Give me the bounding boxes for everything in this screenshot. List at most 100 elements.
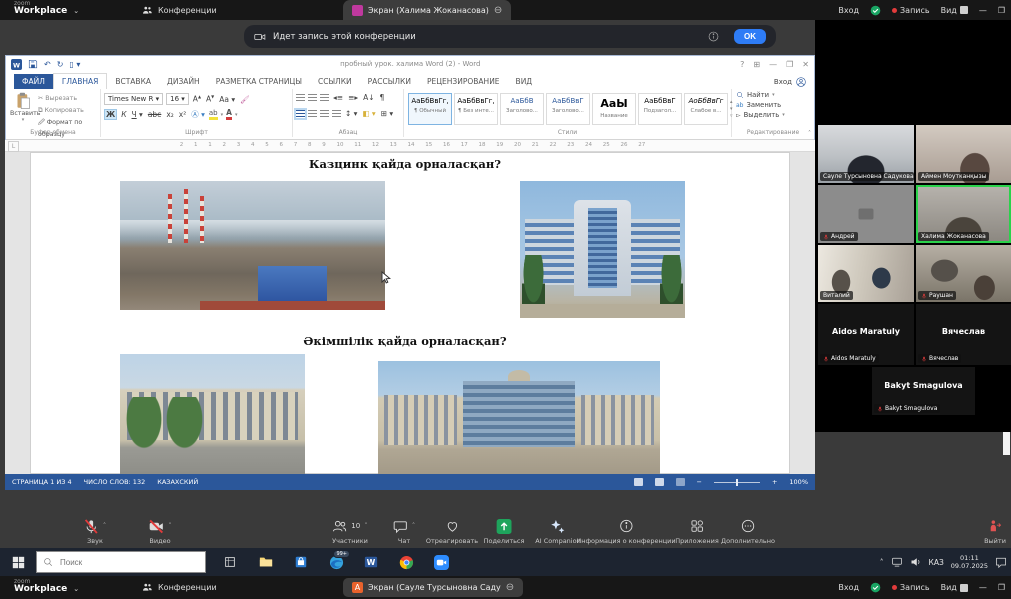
highlight-color-button[interactable]: ab bbox=[209, 110, 218, 120]
chrome-button[interactable] bbox=[392, 548, 420, 576]
text-effects-button[interactable]: Ⓐ ▾ bbox=[190, 109, 206, 120]
tab-close-icon[interactable]: ⊖ bbox=[506, 582, 514, 593]
zoom-out-button[interactable]: − bbox=[697, 478, 702, 486]
read-mode-icon[interactable] bbox=[634, 478, 643, 486]
bullets-button[interactable] bbox=[296, 94, 305, 102]
tab-references[interactable]: ССЫЛКИ bbox=[310, 74, 360, 89]
video-options-chevron[interactable]: ˄ bbox=[168, 522, 172, 530]
align-left-button[interactable] bbox=[296, 110, 305, 118]
chat-button[interactable]: ˄ Чат bbox=[393, 518, 416, 545]
minimize-button[interactable]: — bbox=[979, 583, 987, 592]
ai-companion-button[interactable]: AI Companion bbox=[535, 518, 580, 545]
tab-home[interactable]: ГЛАВНАЯ bbox=[53, 73, 107, 89]
video-tile-khalima-active-speaker[interactable]: Халима Жоканасова bbox=[916, 185, 1011, 243]
select-button[interactable]: ▻Выделить▾ bbox=[736, 111, 814, 119]
network-icon[interactable] bbox=[891, 556, 903, 568]
increase-indent-button[interactable]: ≡▸ bbox=[347, 93, 359, 102]
photo-administration-building[interactable] bbox=[120, 354, 305, 474]
leave-button[interactable]: Выйти bbox=[984, 518, 1006, 545]
style-no-spacing[interactable]: АаБбВвГг,¶ Без инте... bbox=[454, 93, 498, 125]
video-button[interactable]: ˄ Видео bbox=[148, 518, 172, 545]
video-tile-vyacheslav[interactable]: Вячеслав Вячеслав bbox=[916, 304, 1011, 365]
shading-button[interactable]: ◧ ▾ bbox=[361, 109, 376, 118]
taskbar-clock[interactable]: 01:11 09.07.2025 bbox=[951, 554, 988, 571]
task-view-button[interactable] bbox=[216, 548, 244, 576]
redo-icon[interactable]: ↻ bbox=[57, 60, 64, 69]
file-explorer-button[interactable] bbox=[252, 548, 280, 576]
word-signin[interactable]: Вход bbox=[774, 77, 806, 89]
view-button[interactable]: Вид bbox=[941, 6, 968, 15]
ribbon-options-button[interactable]: ⊞ bbox=[753, 60, 760, 69]
align-right-button[interactable] bbox=[320, 110, 329, 118]
audio-button[interactable]: ˄ Звук bbox=[84, 518, 107, 545]
undo-icon[interactable]: ↶ bbox=[44, 60, 51, 69]
video-tile-bakyt[interactable]: Bakyt Smagulova Bakyt Smagulova bbox=[872, 367, 975, 415]
status-word-count[interactable]: ЧИСЛО СЛОВ: 132 bbox=[84, 478, 146, 486]
zoom-percent[interactable]: 100% bbox=[789, 478, 808, 486]
signin-link[interactable]: Вход bbox=[838, 583, 859, 592]
find-button[interactable]: Найти▾ bbox=[736, 91, 814, 99]
tab-mailings[interactable]: РАССЫЛКИ bbox=[360, 74, 419, 89]
tab-page-layout[interactable]: РАЗМЕТКА СТРАНИЦЫ bbox=[208, 74, 310, 89]
style-heading2[interactable]: АаБбВвГЗаголово... bbox=[546, 93, 590, 125]
video-tile-raushan[interactable]: Раушан bbox=[916, 245, 1011, 302]
word-restore-button[interactable]: ❐ bbox=[786, 60, 793, 69]
grow-font-button[interactable]: А▲ bbox=[192, 94, 202, 104]
restore-button[interactable]: ❐ bbox=[998, 6, 1005, 15]
audio-options-chevron[interactable]: ˄ bbox=[103, 522, 107, 530]
italic-button[interactable]: К bbox=[120, 110, 127, 119]
taskbar-search[interactable] bbox=[36, 551, 206, 573]
video-tile-aidos[interactable]: Aidos Maratuly Aidos Maratuly bbox=[818, 304, 914, 365]
align-center-button[interactable] bbox=[308, 110, 317, 118]
status-language[interactable]: КАЗАХСКИЙ bbox=[157, 478, 198, 486]
style-title[interactable]: АаЫНазвание bbox=[592, 93, 636, 125]
style-heading1[interactable]: АаБбВЗаголово... bbox=[500, 93, 544, 125]
view-button[interactable]: Вид bbox=[941, 583, 968, 592]
language-indicator[interactable]: КАЗ bbox=[929, 558, 944, 567]
screen-share-tab[interactable]: Экран (Халима Жоканасова) ⊖ bbox=[343, 0, 511, 20]
superscript-button[interactable]: x² bbox=[178, 110, 187, 119]
react-button[interactable]: Отреагировать bbox=[426, 518, 478, 545]
chat-chevron[interactable]: ˄ bbox=[412, 522, 416, 530]
participants-chevron[interactable]: ˄ bbox=[364, 522, 368, 530]
screen-share-tab-bottom[interactable]: A Экран (Сауле Турсыновна Саду ⊖ bbox=[343, 578, 523, 597]
style-subtitle[interactable]: АаБбВвГПодзагол... bbox=[638, 93, 682, 125]
video-tile-andrey[interactable]: Андрей bbox=[818, 185, 914, 243]
cursor-mode-icon[interactable]: ▯ ▾ bbox=[69, 60, 80, 69]
word-close-button[interactable]: ✕ bbox=[802, 60, 809, 69]
style-normal[interactable]: АаБбВвГг,¶ Обычный bbox=[408, 93, 452, 125]
paste-button[interactable]: Вставить ▾ bbox=[10, 92, 36, 123]
justify-button[interactable] bbox=[332, 110, 341, 118]
volume-icon[interactable] bbox=[910, 556, 922, 568]
clear-format-icon[interactable]: 🖌 bbox=[239, 95, 251, 104]
font-name-select[interactable]: Times New R ▾ bbox=[104, 93, 163, 105]
cut-button[interactable]: ✂ Вырезать bbox=[38, 93, 100, 105]
video-tile-aimen[interactable]: Аймен Моутканқызы bbox=[916, 125, 1011, 183]
subscript-button[interactable]: x₂ bbox=[165, 110, 174, 119]
numbering-button[interactable] bbox=[308, 94, 317, 102]
replace-button[interactable]: abЗаменить bbox=[736, 101, 814, 109]
copy-button[interactable]: ⧉ Копировать bbox=[38, 105, 100, 117]
ok-button[interactable]: OK bbox=[734, 29, 766, 44]
chevron-down-icon[interactable]: ⌄ bbox=[73, 585, 79, 593]
tab-design[interactable]: ДИЗАЙН bbox=[159, 74, 208, 89]
status-page[interactable]: СТРАНИЦА 1 ИЗ 4 bbox=[12, 478, 72, 486]
decrease-indent-button[interactable]: ◂≡ bbox=[332, 93, 344, 102]
collapse-ribbon-button[interactable]: ˄ bbox=[808, 130, 811, 137]
multilevel-list-button[interactable] bbox=[320, 94, 329, 102]
info-icon[interactable] bbox=[708, 31, 719, 42]
tab-selector-icon[interactable]: L bbox=[8, 141, 19, 152]
show-marks-button[interactable]: ¶ bbox=[379, 93, 386, 102]
font-color-button[interactable]: А bbox=[226, 109, 232, 120]
bold-button[interactable]: Ж bbox=[104, 109, 117, 120]
minimize-button[interactable]: — bbox=[979, 6, 987, 15]
font-size-select[interactable]: 16 ▾ bbox=[166, 93, 189, 105]
change-case-button[interactable]: Аа ▾ bbox=[218, 95, 236, 104]
signin-link[interactable]: Вход bbox=[838, 6, 859, 15]
line-spacing-button[interactable]: ↕ ▾ bbox=[344, 109, 358, 118]
apps-button[interactable]: Приложения bbox=[675, 518, 719, 545]
start-button[interactable] bbox=[0, 548, 36, 576]
participants-button[interactable]: 10 ˄ Участники bbox=[332, 518, 368, 545]
strikethrough-button[interactable]: abc bbox=[147, 110, 162, 119]
photo-office-building[interactable] bbox=[520, 181, 685, 318]
